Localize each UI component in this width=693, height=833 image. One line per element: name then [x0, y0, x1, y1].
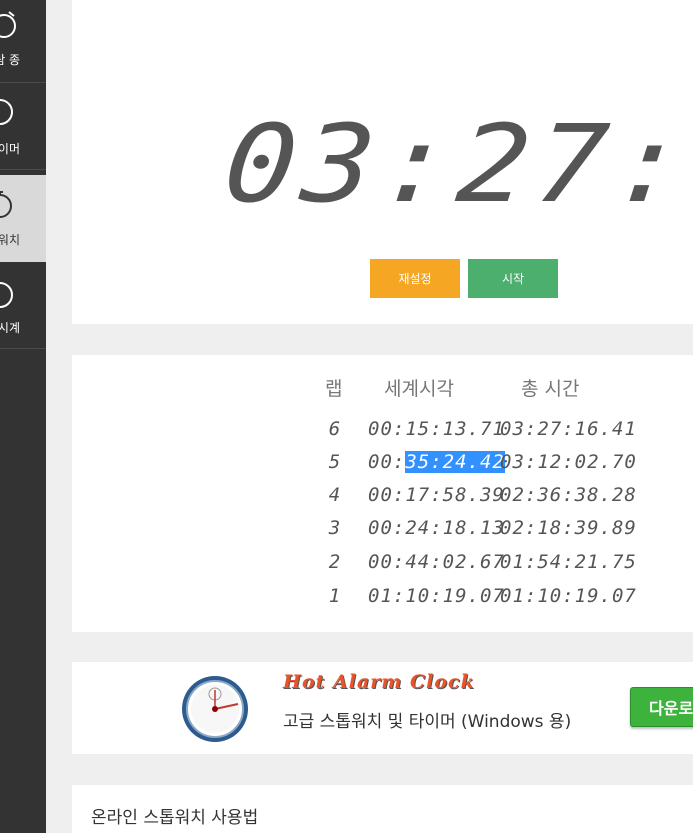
world-time-text: 00:17:58.39 — [368, 484, 505, 506]
text-selection: 35:24.42 — [405, 451, 505, 473]
world-time: 00:17:58.39 — [368, 484, 505, 506]
reset-button[interactable]: 재설정 — [370, 259, 460, 298]
world-time-header: 세계시각 — [384, 378, 454, 400]
lap-number: 1 — [328, 585, 342, 607]
total-time: 03:27:16.41 — [500, 418, 637, 440]
lap-number: 2 — [328, 551, 342, 573]
total-time: 02:18:39.89 — [500, 517, 637, 539]
sidebar: 알람 종 타이머 스톱워치 시계 — [0, 0, 46, 833]
table-row: 4 00:17:58.39 02:36:38.28 — [0, 484, 693, 514]
world-time: 00:35:24.42 — [368, 451, 505, 473]
stopwatch-display: 03:27:16 — [218, 102, 693, 228]
world-time-text: 00: — [368, 451, 406, 473]
lap-number: 4 — [328, 484, 342, 506]
world-time: 00:44:02.67 — [368, 551, 505, 573]
sidebar-item-clock[interactable]: 시계 — [0, 262, 46, 349]
world-time-text: 01:10:19.07 — [368, 585, 505, 607]
table-row: 5 00:35:24.42 03:12:02.70 — [0, 451, 693, 481]
sidebar-item-label: 스톱워치 — [0, 233, 20, 247]
world-time: 00:24:18.13 — [368, 517, 505, 539]
table-row: 6 00:15:13.71 03:27:16.41 — [0, 418, 693, 448]
table-row: 1 01:10:19.07 01:10:19.07 — [0, 585, 693, 615]
sidebar-item-label: 알람 종 — [0, 53, 20, 67]
clock-app-icon[interactable] — [180, 674, 250, 744]
ad-title[interactable]: Hot Alarm Clock — [283, 671, 475, 693]
lap-header: 랩 — [325, 378, 343, 400]
stopwatch-icon — [0, 191, 12, 218]
ad-subtitle: 고급 스톱워치 및 타이머 (Windows 용) — [283, 712, 572, 732]
sidebar-item-label: 타이머 — [0, 142, 20, 156]
table-row: 3 00:24:18.13 02:18:39.89 — [0, 517, 693, 547]
world-time: 00:15:13.71 — [368, 418, 505, 440]
world-time: 01:10:19.07 — [368, 585, 505, 607]
world-time-text: 00:15:13.71 — [368, 418, 505, 440]
alarm-clock-icon — [0, 11, 16, 38]
total-time: 03:12:02.70 — [500, 451, 637, 473]
sidebar-item-stopwatch[interactable]: 스톱워치 — [0, 175, 46, 262]
lap-number: 6 — [328, 418, 342, 440]
lap-number: 5 — [328, 451, 342, 473]
sidebar-item-timer[interactable]: 타이머 — [0, 83, 46, 170]
total-time: 01:10:19.07 — [500, 585, 637, 607]
start-button[interactable]: 시작 — [468, 259, 558, 298]
world-time-text: 00:24:18.13 — [368, 517, 505, 539]
world-time-text: 00:44:02.67 — [368, 551, 505, 573]
howto-title: 온라인 스톱워치 사용법 — [91, 808, 259, 828]
sidebar-item-label: 시계 — [0, 321, 20, 335]
total-time-header: 총 시간 — [521, 378, 580, 400]
sidebar-item-alarm[interactable]: 알람 종 — [0, 0, 46, 83]
table-row: 2 00:44:02.67 01:54:21.75 — [0, 551, 693, 581]
clock-icon — [0, 282, 13, 308]
total-time: 01:54:21.75 — [500, 551, 637, 573]
lap-number: 3 — [328, 517, 342, 539]
total-time: 02:36:38.28 — [500, 484, 637, 506]
timer-icon — [0, 99, 13, 125]
download-button[interactable]: 다운로드 — [630, 687, 693, 727]
